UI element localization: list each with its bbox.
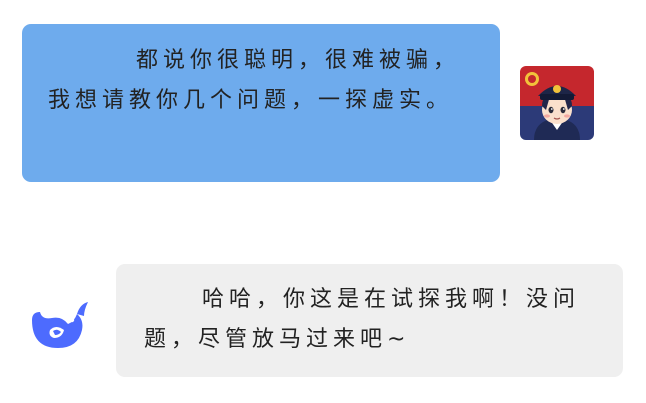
assistant-message-bubble[interactable]: 哈哈，你这是在试探我啊！没问题，尽管放马过来吧~ xyxy=(116,264,623,377)
user-avatar[interactable] xyxy=(520,66,594,140)
assistant-avatar[interactable] xyxy=(22,290,92,360)
user-message-text: 都说你很聪明，很难被骗，我想请教你几个问题，一探虚实。 xyxy=(48,48,461,113)
deepseek-whale-icon xyxy=(32,302,88,348)
assistant-message-text: 哈哈，你这是在试探我啊！没问题，尽管放马过来吧~ xyxy=(144,287,581,352)
user-message-bubble[interactable]: 都说你很聪明，很难被骗，我想请教你几个问题，一探虚实。 xyxy=(22,24,500,182)
police-avatar-icon xyxy=(520,66,594,140)
